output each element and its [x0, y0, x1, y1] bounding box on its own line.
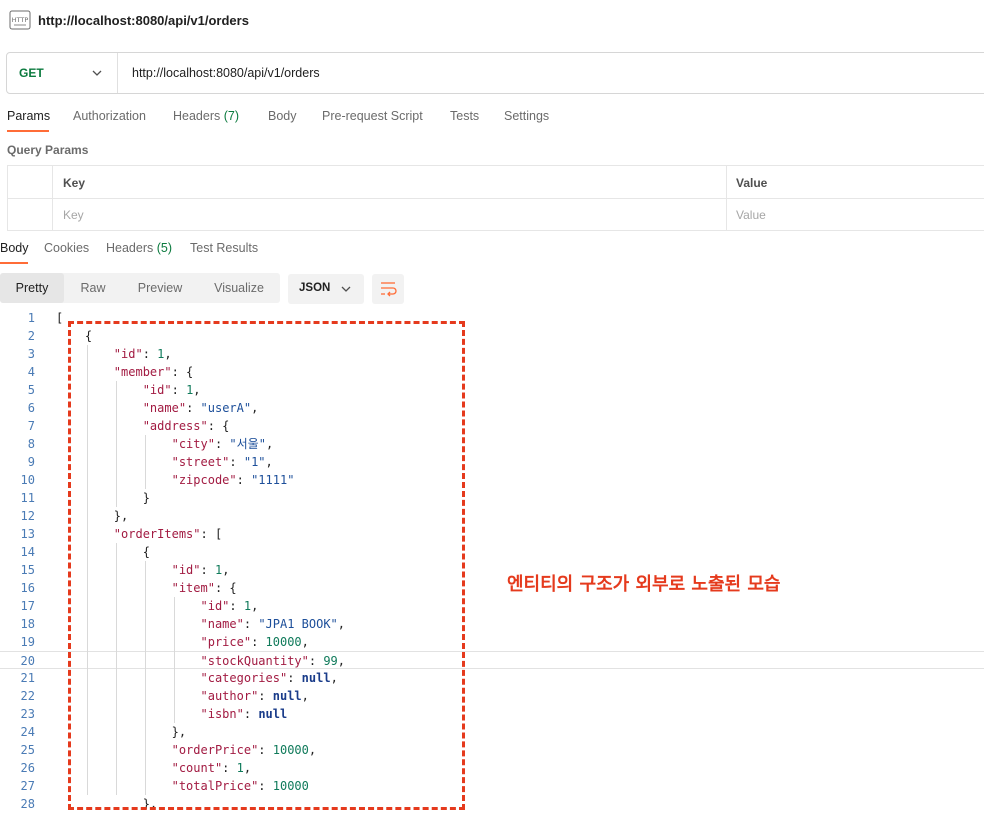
line-number: 26: [20, 761, 35, 775]
method-select[interactable]: GET: [19, 66, 44, 80]
response-active-tab-indicator: [0, 262, 28, 264]
line-number: 2: [27, 329, 35, 343]
line-number: 14: [20, 545, 35, 559]
tab-headers[interactable]: Headers (7): [173, 109, 239, 123]
language-select[interactable]: JSON: [288, 274, 364, 304]
line-number: 21: [20, 671, 35, 685]
wrap-lines-button[interactable]: [372, 274, 404, 304]
line-number: 3: [27, 347, 35, 361]
response-tab-headers-count: (5): [156, 241, 173, 255]
line-number: 23: [20, 707, 35, 721]
line-number: 19: [20, 635, 35, 649]
svg-text:HTTP: HTTP: [12, 16, 29, 24]
tab-body[interactable]: Body: [268, 109, 297, 123]
url-bar: GET http://localhost:8080/api/v1/orders: [6, 52, 984, 94]
tab-pre-request-script[interactable]: Pre-request Script: [322, 109, 423, 123]
response-tab-cookies[interactable]: Cookies: [44, 241, 89, 255]
divider: [117, 53, 118, 93]
line-number: 11: [20, 491, 35, 505]
format-mode-group: Pretty Raw Preview Visualize: [0, 273, 280, 303]
line-number: 9: [27, 455, 35, 469]
preview-button[interactable]: Preview: [122, 273, 198, 303]
line-number: 12: [20, 509, 35, 523]
chevron-down-icon[interactable]: [91, 66, 103, 80]
line-number: 27: [20, 779, 35, 793]
value-column-header: Value: [736, 176, 768, 190]
line-number: 1: [27, 311, 35, 325]
language-label: JSON: [299, 282, 331, 294]
response-tab-test-results[interactable]: Test Results: [190, 241, 258, 255]
line-number: 5: [27, 383, 35, 397]
line-number: 17: [20, 599, 35, 613]
visualize-button[interactable]: Visualize: [198, 273, 280, 303]
highlight-box: [68, 321, 465, 810]
line-number: 13: [20, 527, 35, 541]
query-params-table: Key Value Key Value: [7, 165, 984, 231]
tab-authorization[interactable]: Authorization: [73, 109, 146, 123]
line-number: 6: [27, 401, 35, 415]
line-number: 25: [20, 743, 35, 757]
line-number: 28: [20, 797, 35, 811]
line-number: 24: [20, 725, 35, 739]
tab-headers-label: Headers: [173, 109, 221, 123]
key-column-header: Key: [63, 176, 86, 190]
window-title: http://localhost:8080/api/v1/orders: [38, 13, 249, 28]
line-number: 8: [27, 437, 35, 451]
line-number: 15: [20, 563, 35, 577]
value-input[interactable]: Value: [736, 208, 766, 222]
response-tab-headers[interactable]: Headers (5): [106, 241, 172, 255]
line-number: 22: [20, 689, 35, 703]
line-number: 7: [27, 419, 35, 433]
pretty-button[interactable]: Pretty: [0, 273, 64, 303]
code-text: [: [56, 311, 64, 325]
tab-params[interactable]: Params: [7, 109, 50, 123]
response-tab-body[interactable]: Body: [0, 241, 29, 255]
tab-tests[interactable]: Tests: [450, 109, 479, 123]
wrap-lines-icon: [381, 282, 397, 297]
query-params-title: Query Params: [7, 143, 89, 157]
line-number: 18: [20, 617, 35, 631]
url-input[interactable]: http://localhost:8080/api/v1/orders: [132, 66, 320, 80]
line-number: 4: [27, 365, 35, 379]
line-number: 20: [20, 654, 35, 668]
raw-button[interactable]: Raw: [64, 273, 122, 303]
line-number: 16: [20, 581, 35, 595]
key-input[interactable]: Key: [63, 208, 84, 222]
http-icon: HTTP: [9, 10, 31, 30]
annotation-text: 엔티티의 구조가 외부로 노출된 모습: [507, 574, 781, 595]
line-number: 10: [20, 473, 35, 487]
chevron-down-icon: [341, 286, 351, 292]
active-tab-indicator: [7, 130, 49, 132]
tab-headers-count: (7): [223, 109, 240, 123]
response-tab-headers-label: Headers: [106, 241, 154, 255]
title-bar: HTTP http://localhost:8080/api/v1/orders: [0, 0, 984, 42]
tab-settings[interactable]: Settings: [504, 109, 549, 123]
